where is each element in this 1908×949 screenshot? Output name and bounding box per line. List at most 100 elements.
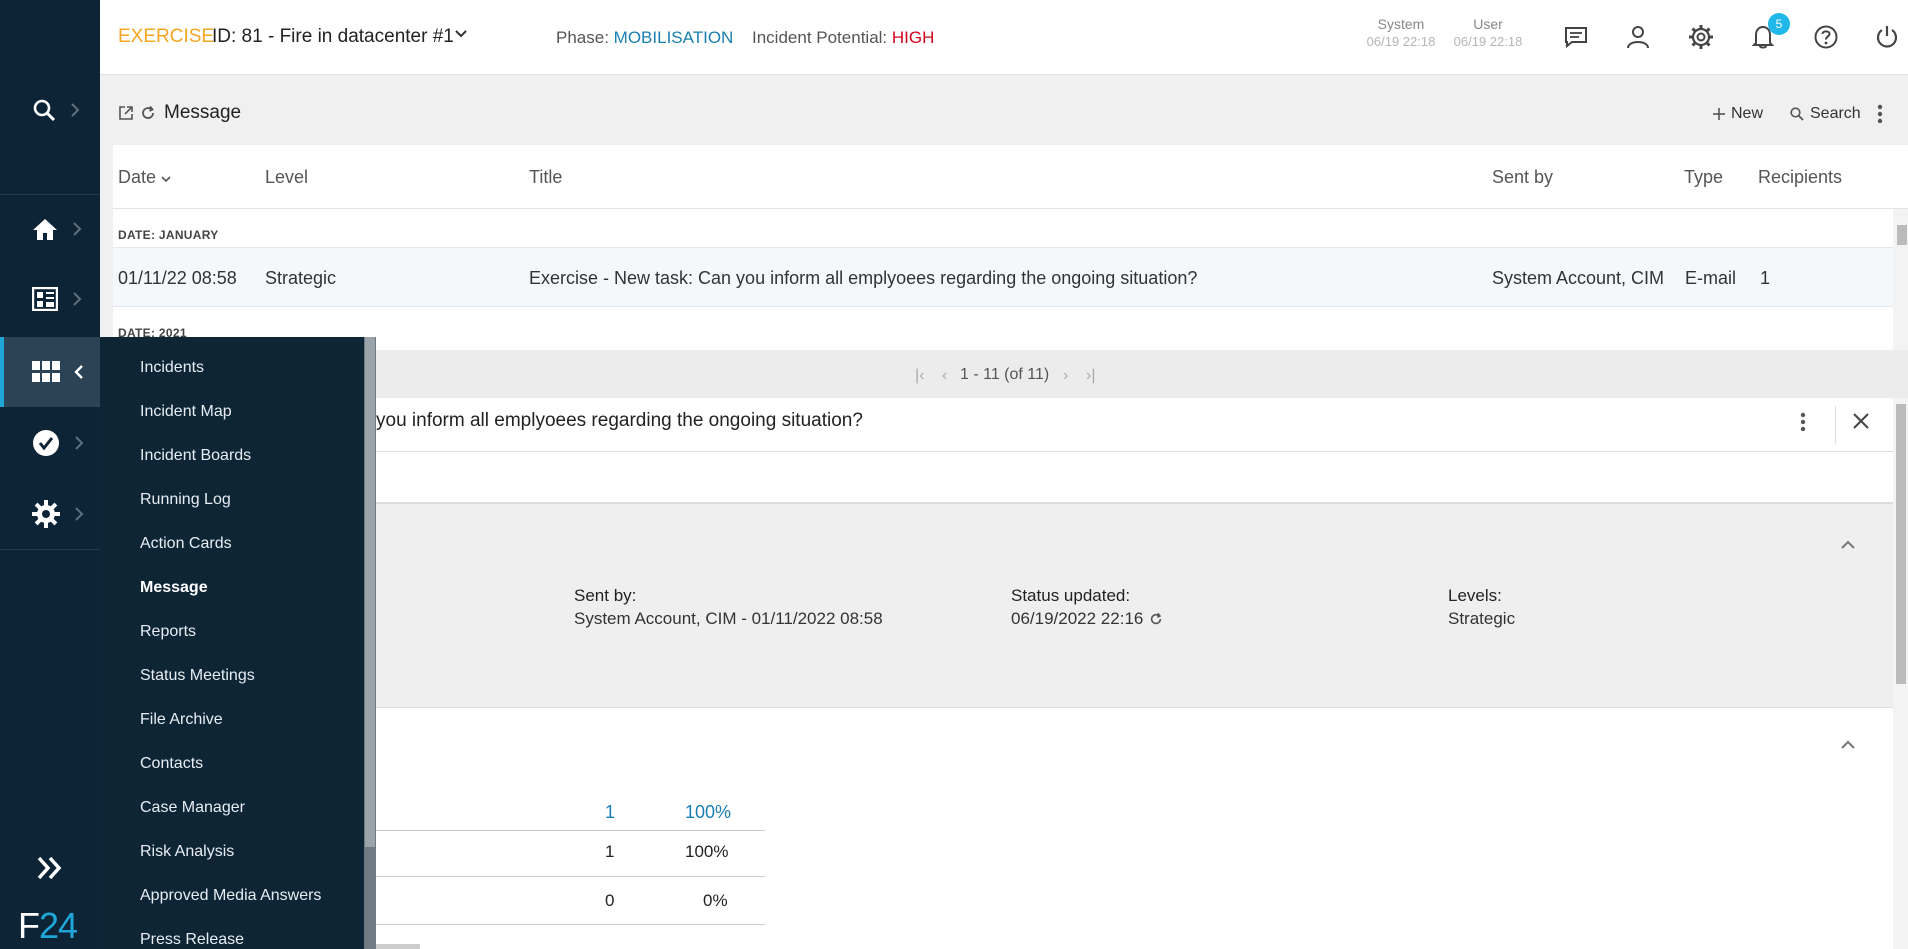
search-label: Search	[1810, 105, 1861, 122]
row-sent-by: System Account, CIM	[1492, 268, 1665, 288]
rail-dashboard-button[interactable]	[0, 264, 100, 334]
flyout-scrollbar-thumb[interactable]	[365, 337, 375, 847]
column-type[interactable]: Type	[1684, 167, 1723, 188]
stat-count: 1	[605, 802, 616, 822]
phase-label: Phase:	[556, 28, 609, 47]
gear-icon	[1689, 25, 1713, 49]
refresh-icon[interactable]	[140, 105, 156, 121]
f24-logo: F24	[18, 905, 78, 947]
detail-scrollbar[interactable]	[1893, 398, 1908, 949]
logout-button[interactable]	[1872, 22, 1902, 52]
first-page-button[interactable]: |‹	[915, 367, 924, 385]
column-date[interactable]: Date	[118, 167, 171, 188]
module-title: Message	[164, 102, 242, 123]
row-type: E-mail	[1685, 268, 1737, 288]
menu-item-incidents[interactable]: Incidents	[140, 359, 204, 377]
new-message-button[interactable]: New	[1713, 105, 1763, 123]
chevron-down-icon	[161, 176, 171, 183]
flyout-scrollbar[interactable]	[364, 337, 376, 949]
close-icon[interactable]	[1852, 412, 1870, 430]
incident-selector[interactable]: ID: 81 - Fire in datacenter #1	[212, 26, 454, 48]
column-title[interactable]: Title	[529, 167, 562, 188]
stat-percent: 0%	[703, 891, 728, 910]
group-header: DATE: JANUARY	[118, 228, 219, 242]
prev-page-button[interactable]: ‹	[942, 367, 947, 385]
home-icon	[33, 219, 57, 240]
chevron-right-icon	[73, 222, 82, 236]
chat-icon	[1565, 27, 1587, 48]
rail-tasks-button[interactable]	[0, 408, 100, 478]
menu-item-action-cards[interactable]: Action Cards	[140, 535, 232, 553]
refresh-icon[interactable]	[1149, 612, 1163, 626]
column-level[interactable]: Level	[265, 167, 308, 188]
rail-home-button[interactable]	[0, 194, 100, 264]
stat-count: 0	[605, 891, 615, 910]
sent-by-field: Sent by: System Account, CIM - 01/11/202…	[574, 586, 883, 629]
more-vertical-icon[interactable]	[1800, 412, 1806, 432]
system-clock: System 06/19 22:18	[1361, 16, 1441, 49]
menu-item-incident-boards[interactable]: Incident Boards	[140, 447, 251, 465]
chevron-up-icon[interactable]	[1840, 740, 1856, 750]
rail-modules-button[interactable]	[0, 337, 100, 407]
last-page-button[interactable]: ›|	[1086, 367, 1095, 385]
stat-percent: 100%	[685, 802, 732, 822]
potential-label: Incident Potential:	[752, 28, 888, 47]
chat-button[interactable]	[1561, 22, 1591, 52]
phase-value: MOBILISATION	[613, 28, 734, 47]
menu-item-approved-media-answers[interactable]: Approved Media Answers	[140, 887, 321, 905]
expand-rail-button[interactable]	[36, 856, 64, 885]
chevron-up-icon[interactable]	[1840, 540, 1856, 550]
menu-item-press-release[interactable]: Press Release	[140, 931, 244, 949]
chevron-down-icon[interactable]	[454, 29, 468, 39]
menu-item-contacts[interactable]: Contacts	[140, 755, 203, 773]
menu-item-status-meetings[interactable]: Status Meetings	[140, 667, 255, 685]
table-scrollbar-thumb[interactable]	[1897, 225, 1907, 245]
open-external-icon[interactable]	[118, 105, 134, 121]
next-page-button[interactable]: ›	[1063, 367, 1068, 385]
levels-value: Strategic	[1448, 609, 1516, 628]
system-clock-label: System	[1377, 16, 1425, 32]
rail-divider	[0, 549, 100, 550]
menu-item-incident-map[interactable]: Incident Map	[140, 403, 232, 421]
top-header: EXERCISE ID: 81 - Fire in datacenter #1 …	[100, 0, 1908, 75]
more-vertical-icon[interactable]	[1877, 104, 1883, 124]
incident-potential: Incident Potential: HIGH	[752, 28, 934, 48]
rail-search-button[interactable]	[0, 75, 100, 145]
detail-scrollbar-thumb[interactable]	[1896, 404, 1906, 684]
column-sent-by[interactable]: Sent by	[1492, 167, 1553, 188]
left-rail: F24	[0, 0, 100, 949]
user-clock-label: User	[1473, 16, 1503, 32]
menu-item-running-log[interactable]: Running Log	[140, 491, 231, 509]
menu-item-risk-analysis[interactable]: Risk Analysis	[140, 843, 234, 861]
table-scrollbar[interactable]	[1893, 209, 1908, 350]
status-updated-label: Status updated:	[1011, 586, 1131, 605]
sent-by-value: System Account, CIM - 01/11/2022 08:58	[574, 609, 883, 628]
menu-item-file-archive[interactable]: File Archive	[140, 711, 223, 729]
settings-button[interactable]	[1686, 22, 1716, 52]
search-messages-button[interactable]: Search	[1790, 105, 1861, 123]
menu-item-reports[interactable]: Reports	[140, 623, 196, 641]
potential-value: HIGH	[891, 28, 935, 47]
search-icon	[33, 99, 56, 122]
rail-settings-button[interactable]	[0, 479, 100, 549]
gear-icon	[32, 500, 60, 528]
new-label: New	[1731, 105, 1764, 122]
phase-indicator: Phase: MOBILISATION	[556, 28, 733, 48]
stat-percent: 100%	[685, 842, 729, 861]
table-row[interactable]: 01/11/22 08:58 Strategic Exercise - New …	[113, 247, 1893, 307]
plus-icon	[1713, 108, 1725, 120]
row-title: Exercise - New task: Can you inform all …	[529, 268, 1198, 288]
detail-title: you inform all emplyoees regarding the o…	[376, 410, 863, 431]
chevron-right-icon	[73, 292, 82, 306]
row-level: Strategic	[265, 268, 337, 288]
profile-button[interactable]	[1623, 22, 1653, 52]
horizontal-scrollbar-thumb[interactable]	[370, 944, 420, 949]
status-updated-value: 06/19/2022 22:16	[1011, 609, 1144, 628]
menu-item-message[interactable]: Message	[140, 579, 208, 597]
search-icon	[1790, 107, 1804, 121]
help-button[interactable]	[1811, 22, 1841, 52]
chevron-right-icon	[75, 436, 84, 450]
menu-item-case-manager[interactable]: Case Manager	[140, 799, 245, 817]
column-recipients[interactable]: Recipients	[1758, 167, 1842, 188]
modules-flyout-menu: Incidents Incident Map Incident Boards R…	[100, 337, 376, 949]
